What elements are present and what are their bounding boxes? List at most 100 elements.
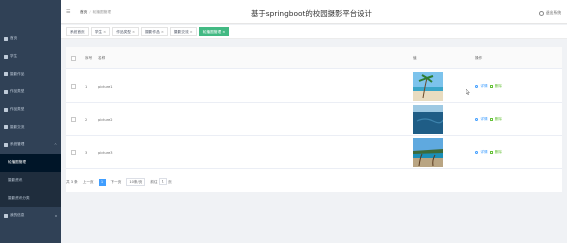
row-checkbox[interactable] <box>71 84 76 89</box>
sidebar-item-work-type[interactable]: 作品类型 <box>0 83 61 101</box>
row-actions: 详情 删除 <box>475 150 502 155</box>
header-index: 序号 <box>85 56 93 60</box>
sidebar-item-label: 首页 <box>10 36 18 41</box>
table-row: 2 picture2 详情 删除 <box>66 103 562 136</box>
delete-button[interactable]: 删除 <box>495 117 502 122</box>
sidebar-item-label: 我的信息 <box>10 213 25 218</box>
folder-icon <box>4 107 8 112</box>
tab-label: 作品类型 <box>116 30 131 34</box>
page-title: 基于springboot的校园摄影平台设计 <box>251 9 372 18</box>
user-icon <box>4 54 8 59</box>
row-name: picture1 <box>98 85 113 89</box>
camera-icon <box>4 72 8 77</box>
home-icon <box>4 36 8 41</box>
pagination: 共 3 条 上一页 1 下一页 10条/页 前往 1 页 <box>66 177 177 187</box>
prev-page-button[interactable]: 上一页 <box>83 180 94 185</box>
grid-icon <box>4 89 8 94</box>
sidebar-item-label: 学生 <box>10 54 18 59</box>
sidebar-subitem-news-category[interactable]: 摄影资讯分类 <box>0 189 61 207</box>
sidebar-item-label: 摄影作品 <box>10 71 25 76</box>
row-index: 3 <box>85 151 88 155</box>
sidebar-item-work-type-2[interactable]: 作品类型 <box>0 101 61 119</box>
header-actions: 操作 <box>475 56 483 60</box>
carousel-thumbnail <box>413 72 443 101</box>
close-icon[interactable]: × <box>103 30 106 34</box>
row-checkbox[interactable] <box>71 117 76 122</box>
breadcrumb-home[interactable]: 首页 <box>80 10 87 14</box>
breadcrumb-separator: / <box>89 10 91 14</box>
tab-label: 系统首页 <box>70 30 85 34</box>
sidebar-submenu: 轮播图管理 摄影资讯 摄影资讯分类 <box>0 153 61 207</box>
breadcrumb-current: 轮播图管理 <box>92 10 112 14</box>
close-icon[interactable]: × <box>222 30 225 34</box>
select-all-checkbox[interactable] <box>71 56 76 61</box>
sidebar-item-label: 轮播图管理 <box>8 160 26 165</box>
pagination-total: 共 3 条 <box>66 179 78 184</box>
carousel-thumbnail <box>413 138 443 167</box>
tab-student[interactable]: 学生× <box>90 27 111 36</box>
row-actions: 详情 删除 <box>475 117 502 122</box>
logout-label: 退出系统 <box>545 10 561 15</box>
delete-button[interactable]: 删除 <box>495 150 502 155</box>
sidebar: 首页 学生 摄影作品 作品类型 作品类型 摄影交流 系统管理 ^ 轮播图管理 摄… <box>0 0 61 243</box>
sidebar-item-exchange[interactable]: 摄影交流 <box>0 118 61 136</box>
tab-home[interactable]: 系统首页 <box>66 27 89 36</box>
tab-label: 轮播图管理 <box>202 30 222 34</box>
view-icon <box>475 84 479 89</box>
row-index: 1 <box>85 85 88 89</box>
sidebar-item-student[interactable]: 学生 <box>0 48 61 66</box>
sidebar-item-home[interactable]: 首页 <box>0 30 61 48</box>
delete-button[interactable]: 删除 <box>495 84 502 89</box>
sidebar-logo-area <box>0 0 61 30</box>
view-icon <box>475 150 479 155</box>
sidebar-item-my-info[interactable]: 我的信息 v <box>0 207 61 225</box>
tab-label: 学生 <box>94 30 103 34</box>
sidebar-item-label: 作品类型 <box>10 107 25 112</box>
tab-carousel[interactable]: 轮播图管理× <box>198 27 230 36</box>
settings-icon <box>4 142 8 147</box>
goto-page-input[interactable]: 1 <box>158 177 167 186</box>
delete-icon <box>489 117 493 122</box>
chevron-up-icon: ^ <box>54 142 57 147</box>
header-name: 名称 <box>98 56 106 60</box>
hamburger-icon[interactable]: ☰ <box>66 9 70 15</box>
chevron-down-icon: v <box>54 213 57 218</box>
carousel-thumbnail <box>413 105 443 134</box>
current-page-button[interactable]: 1 <box>98 178 106 186</box>
chat-icon <box>4 125 8 130</box>
table-header: 序号 名称 值 操作 <box>66 47 562 69</box>
sidebar-item-label: 作品类型 <box>10 89 25 94</box>
table-row: 1 picture1 详情 删除 <box>66 70 562 103</box>
close-icon[interactable]: × <box>161 30 164 34</box>
next-page-button[interactable]: 下一页 <box>111 180 122 185</box>
tab-exchange[interactable]: 摄影交流× <box>169 27 197 36</box>
sidebar-subitem-carousel[interactable]: 轮播图管理 <box>0 153 61 172</box>
sidebar-item-label: 系统管理 <box>10 142 25 147</box>
close-icon[interactable]: × <box>190 30 193 34</box>
row-name: picture2 <box>98 118 113 122</box>
tabs-bar: 系统首页 学生× 作品类型× 摄影作品× 摄影交流× 轮播图管理× <box>61 25 567 39</box>
top-header: ☰ 首页 / 轮播图管理 基于springboot的校园摄影平台设计 退出系统 <box>61 0 567 24</box>
view-button[interactable]: 详情 <box>480 150 487 155</box>
breadcrumb: 首页 / 轮播图管理 <box>80 10 111 15</box>
tab-work-type[interactable]: 作品类型× <box>112 27 140 36</box>
close-icon[interactable]: × <box>132 30 135 34</box>
logout-button[interactable]: 退出系统 <box>538 10 561 16</box>
row-checkbox[interactable] <box>71 150 76 155</box>
sidebar-item-works[interactable]: 摄影作品 <box>0 65 61 83</box>
sidebar-subitem-news[interactable]: 摄影资讯 <box>0 171 61 190</box>
power-icon <box>538 10 544 16</box>
delete-icon <box>489 150 493 155</box>
profile-icon <box>4 213 8 218</box>
view-button[interactable]: 详情 <box>480 84 487 89</box>
page-size-select[interactable]: 10条/页 <box>126 177 146 187</box>
sidebar-item-label: 摄影资讯 <box>8 177 23 182</box>
table-row: 3 picture3 详情 删除 <box>66 136 562 169</box>
sidebar-item-label: 摄影资讯分类 <box>8 195 30 200</box>
delete-icon <box>489 84 493 89</box>
sidebar-item-system[interactable]: 系统管理 ^ <box>0 136 61 154</box>
view-button[interactable]: 详情 <box>480 117 487 122</box>
row-index: 2 <box>85 118 88 122</box>
tab-works[interactable]: 摄影作品× <box>141 27 168 36</box>
tab-label: 摄影交流 <box>173 30 189 34</box>
